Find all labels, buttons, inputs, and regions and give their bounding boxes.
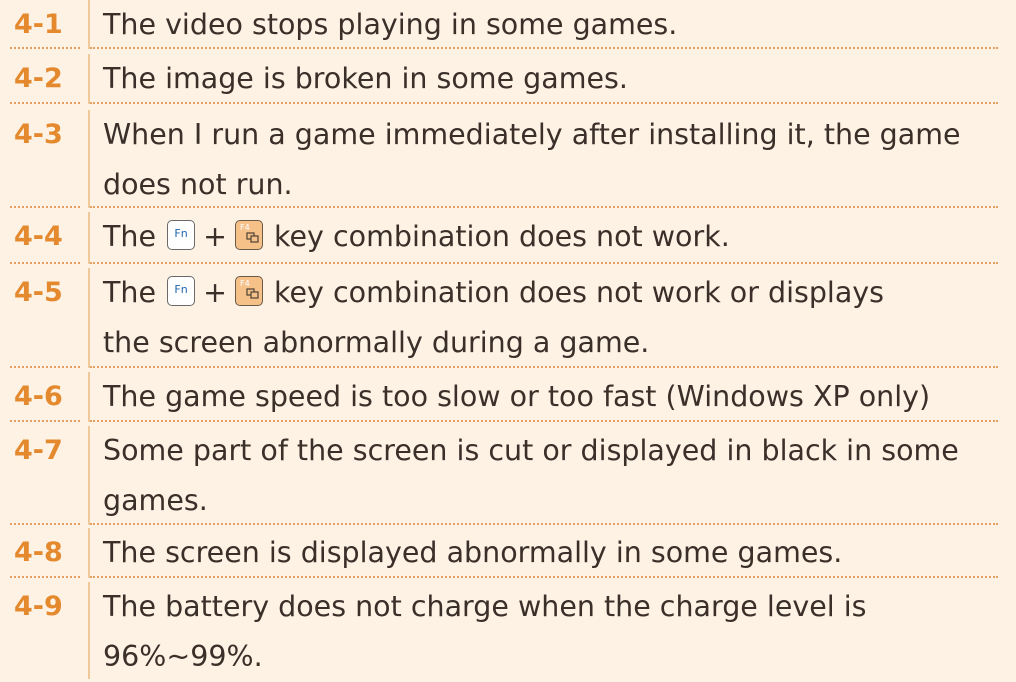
faq-question-line: The Fn + F4 key combination does not work … (103, 268, 1006, 318)
faq-number: 4-2 (0, 54, 90, 104)
plus-sign: + (203, 276, 227, 309)
plus-sign: + (203, 220, 227, 253)
faq-number: 4-3 (0, 110, 90, 208)
faq-question: The battery does not charge when the cha… (90, 582, 1016, 679)
faq-question-line: The Fn + F4 key combination does not work. (103, 212, 1006, 262)
faq-item-4-6[interactable]: 4-6 The game speed is too slow or too fa… (0, 372, 1016, 422)
faq-item-4-2[interactable]: 4-2 The image is broken in some games. (0, 54, 1016, 104)
faq-question-line: The image is broken in some games. (103, 62, 628, 95)
faq-question: The Fn + F4 key combination does not work … (90, 268, 1016, 368)
faq-number: 4-6 (0, 372, 90, 422)
faq-question-line: The video stops playing in some games. (103, 8, 678, 41)
faq-number: 4-9 (0, 582, 90, 679)
faq-question-line: the screen abnormally during a game. (103, 326, 650, 359)
faq-text-before-keys: The (103, 220, 157, 253)
faq-item-4-8[interactable]: 4-8 The screen is displayed abnormally i… (0, 528, 1016, 578)
fn-key-icon: Fn (167, 220, 196, 250)
faq-text-after-keys: key combination does not work or display… (274, 276, 885, 309)
faq-question: The game speed is too slow or too fast (… (90, 372, 1016, 422)
faq-item-4-9[interactable]: 4-9 The battery does not charge when the… (0, 582, 1016, 679)
faq-item-4-1[interactable]: 4-1 The video stops playing in some game… (0, 0, 1016, 49)
fn-key-icon: Fn (167, 276, 196, 306)
f4-key-icon: F4 (234, 276, 263, 306)
dual-display-icon (246, 232, 259, 243)
faq-item-4-7[interactable]: 4-7 Some part of the screen is cut or di… (0, 426, 1016, 525)
faq-question-line: The battery does not charge when the cha… (103, 590, 867, 623)
faq-question-line: The screen is displayed abnormally in so… (103, 536, 843, 569)
faq-number: 4-4 (0, 212, 90, 264)
faq-number: 4-8 (0, 528, 90, 578)
faq-number: 4-5 (0, 268, 90, 368)
faq-question: Some part of the screen is cut or displa… (90, 426, 1016, 525)
faq-question: The Fn + F4 key combination does not work. (90, 212, 1016, 264)
faq-text-before-keys: The (103, 276, 157, 309)
faq-question: The video stops playing in some games. (90, 0, 1016, 49)
faq-item-4-5[interactable]: 4-5 The Fn + F4 key combination does not w… (0, 268, 1016, 368)
faq-question: The screen is displayed abnormally in so… (90, 528, 1016, 578)
faq-question: When I run a game immediately after inst… (90, 110, 1016, 208)
faq-number: 4-7 (0, 426, 90, 525)
faq-question-line: 96%~99%. (103, 640, 263, 673)
faq-question-line: does not run. (103, 168, 293, 201)
faq-question-line: games. (103, 484, 208, 517)
f4-key-icon: F4 (234, 220, 263, 250)
faq-item-4-3[interactable]: 4-3 When I run a game immediately after … (0, 110, 1016, 208)
faq-question: The image is broken in some games. (90, 54, 1016, 104)
dual-display-icon (246, 288, 259, 299)
faq-question-line: When I run a game immediately after inst… (103, 118, 961, 151)
faq-text-after-keys: key combination does not work. (274, 220, 730, 253)
faq-question-line: The game speed is too slow or too fast (… (103, 380, 931, 413)
faq-number: 4-1 (0, 0, 90, 49)
faq-question-line: Some part of the screen is cut or displa… (103, 434, 959, 467)
faq-table: 4-1 The video stops playing in some game… (0, 0, 1016, 679)
faq-item-4-4[interactable]: 4-4 The Fn + F4 key combination does not w… (0, 212, 1016, 264)
